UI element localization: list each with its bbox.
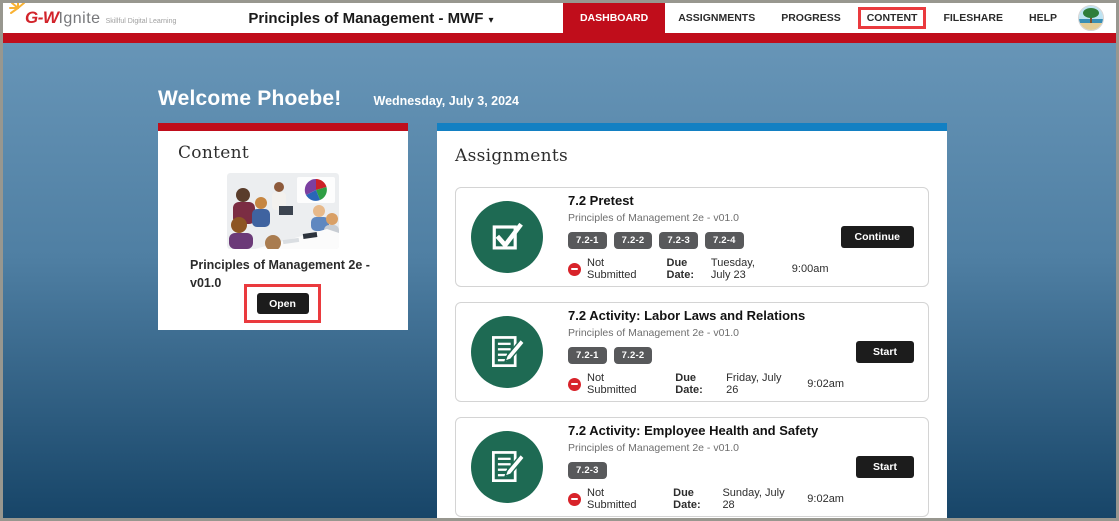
nav-progress[interactable]: PROGRESS xyxy=(768,3,854,33)
chevron-down-icon: ▾ xyxy=(488,14,494,26)
assignment-course: Principles of Management 2e - v01.0 xyxy=(568,212,740,224)
status-row: Not Submitted Due Date: Tuesday, July 23… xyxy=(568,257,829,281)
due-time-value: 9:02am xyxy=(807,493,844,505)
assignments-card-accent xyxy=(437,123,947,131)
checkmark-icon xyxy=(471,201,543,273)
course-title: Principles of Management - MWF xyxy=(248,9,484,27)
status-text: Not Submitted xyxy=(587,487,637,511)
nav-content[interactable]: CONTENT xyxy=(857,7,927,29)
open-course-button[interactable]: Open xyxy=(256,293,309,314)
assignment-row-pretest: 7.2 Pretest Principles of Management 2e … xyxy=(455,187,929,287)
due-time-value: 9:02am xyxy=(807,378,844,390)
standard-badge: 7.2-1 xyxy=(568,232,607,249)
assignments-card-heading: Assignments xyxy=(455,146,568,166)
assignment-row-health-safety: 7.2 Activity: Employee Health and Safety… xyxy=(455,417,929,517)
dashboard-main: Welcome Phoebe! Wednesday, July 3, 2024 … xyxy=(3,43,1116,518)
standards-badges: 7.2-1 7.2-2 7.2-3 7.2-4 xyxy=(568,232,829,249)
content-card: Content Principles of Management 2e - v0… xyxy=(158,123,408,330)
not-submitted-icon xyxy=(568,492,581,506)
nav-fileshare[interactable]: FILESHARE xyxy=(930,3,1016,33)
logo-gw-text: G-W xyxy=(25,8,59,27)
status-text: Not Submitted xyxy=(587,372,637,396)
logo-tagline: Skillful Digital Learning xyxy=(105,18,177,25)
start-button[interactable]: Start xyxy=(856,456,914,478)
assignment-title: 7.2 Activity: Employee Health and Safety xyxy=(568,423,819,438)
main-nav: DASHBOARD ASSIGNMENTS PROGRESS CONTENT F… xyxy=(562,3,1116,33)
not-submitted-icon xyxy=(568,377,581,391)
assignment-pencil-icon xyxy=(471,431,543,503)
top-header: G-W Ignite Skillful Digital Learning Pri… xyxy=(3,3,1116,33)
due-date-label: Due Date: xyxy=(673,487,701,511)
standard-badge: 7.2-3 xyxy=(568,462,607,479)
standard-badge: 7.2-3 xyxy=(659,232,698,249)
standard-badge: 7.2-1 xyxy=(568,347,607,364)
nav-dashboard[interactable]: DASHBOARD xyxy=(562,3,666,33)
welcome-greeting: Welcome Phoebe! xyxy=(158,87,342,110)
start-button[interactable]: Start xyxy=(856,341,914,363)
sunburst-icon xyxy=(9,3,27,21)
course-thumbnail-image[interactable] xyxy=(227,173,339,249)
assignment-title: 7.2 Pretest xyxy=(568,193,634,208)
assignment-title: 7.2 Activity: Labor Laws and Relations xyxy=(568,308,806,323)
annotation-box-open: Open xyxy=(244,284,321,323)
standards-badges: 7.2-3 xyxy=(568,462,844,479)
due-date-value: Friday, July 26 xyxy=(726,372,782,396)
due-date-label: Due Date: xyxy=(666,257,695,281)
current-date: Wednesday, July 3, 2024 xyxy=(373,94,519,108)
not-submitted-icon xyxy=(568,262,581,276)
due-date-value: Sunday, July 28 xyxy=(722,487,785,511)
continue-button[interactable]: Continue xyxy=(840,226,914,248)
standard-badge: 7.2-4 xyxy=(704,232,744,249)
due-date-label: Due Date: xyxy=(675,372,703,396)
logo-ignite-text: Ignite xyxy=(58,10,101,27)
assignment-pencil-icon xyxy=(471,316,543,388)
standard-badge: 7.2-2 xyxy=(613,347,653,364)
content-card-heading: Content xyxy=(178,143,249,163)
gw-ignite-logo[interactable]: G-W Ignite Skillful Digital Learning xyxy=(9,3,177,28)
course-selector[interactable]: Principles of Management - MWF ▾ xyxy=(248,10,493,27)
assignment-course: Principles of Management 2e - v01.0 xyxy=(568,442,740,454)
standards-badges: 7.2-1 7.2-2 xyxy=(568,347,844,364)
user-avatar[interactable] xyxy=(1078,5,1104,31)
header-accent-bar xyxy=(3,33,1116,43)
nav-assignments[interactable]: ASSIGNMENTS xyxy=(665,3,768,33)
due-time-value: 9:00am xyxy=(791,263,829,275)
assignment-row-labor-laws: 7.2 Activity: Labor Laws and Relations P… xyxy=(455,302,929,402)
welcome-banner: Welcome Phoebe! Wednesday, July 3, 2024 xyxy=(158,87,519,111)
app-window: G-W Ignite Skillful Digital Learning Pri… xyxy=(0,0,1119,521)
status-row: Not Submitted Due Date: Sunday, July 28 … xyxy=(568,487,844,511)
assignment-course: Principles of Management 2e - v01.0 xyxy=(568,327,740,339)
status-text: Not Submitted xyxy=(587,257,637,281)
content-card-accent xyxy=(158,123,408,131)
nav-help[interactable]: HELP xyxy=(1016,3,1070,33)
due-date-value: Tuesday, July 23 xyxy=(710,257,755,281)
standard-badge: 7.2-2 xyxy=(613,232,653,249)
status-row: Not Submitted Due Date: Friday, July 26 … xyxy=(568,372,844,396)
assignments-card: Assignments 7.2 Pretest Principles of Ma… xyxy=(437,123,947,518)
